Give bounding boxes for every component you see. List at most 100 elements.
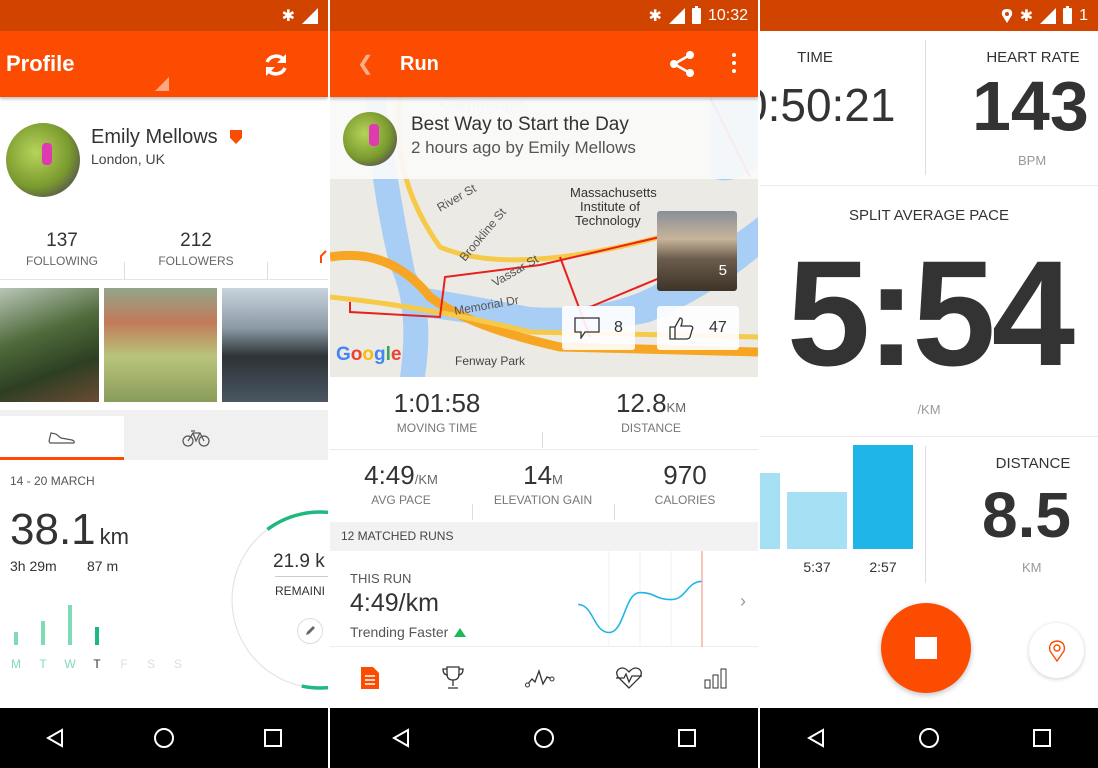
calories-value: 970: [663, 460, 707, 490]
back-nav-icon[interactable]: [805, 727, 827, 749]
profile-screen: ✱ Profile Emily Mellows London, UK 137 F…: [0, 0, 328, 768]
trophy-icon[interactable]: [441, 665, 465, 691]
photo-thumbnail[interactable]: [104, 288, 217, 402]
status-bar: ✱ 1: [760, 0, 1098, 31]
matched-runs-header: 12 MATCHED RUNS: [330, 522, 758, 551]
map-label: Institute of: [580, 199, 640, 214]
time-stat: TIME: [760, 49, 880, 66]
bluetooth-icon: ✱: [281, 7, 295, 25]
photo-thumbnail[interactable]: [222, 288, 328, 402]
recents-nav-icon[interactable]: [262, 727, 284, 749]
kudos-count: 47: [709, 319, 727, 336]
back-button[interactable]: ❮: [357, 51, 374, 76]
recents-nav-icon[interactable]: [1031, 727, 1053, 749]
map-label: Massachusetts: [570, 185, 657, 200]
followers-stat[interactable]: 212 FOLLOWERS: [134, 230, 258, 268]
activity-photo[interactable]: 5: [657, 211, 737, 291]
week-range: 14 - 20 MARCH: [10, 474, 95, 488]
heart-rate-value: 143: [972, 67, 1089, 145]
signal-icon: [1040, 7, 1057, 24]
divider: [760, 185, 1098, 186]
comments-button[interactable]: 8: [562, 306, 635, 350]
weekly-distance: 38.1 km: [10, 505, 129, 555]
stop-icon: [915, 637, 937, 659]
pace-value: 5:54: [786, 229, 1075, 397]
premium-shield-icon: [230, 130, 242, 144]
signal-icon: [302, 7, 318, 24]
back-nav-icon[interactable]: [390, 727, 412, 749]
avatar[interactable]: [343, 112, 397, 166]
split-bar: [853, 445, 913, 549]
trend-label: Trending Faster: [350, 624, 467, 640]
map-label: Fenway Park: [455, 354, 526, 368]
system-nav-bar: [330, 708, 758, 768]
chevron-right-icon[interactable]: ›: [740, 591, 746, 612]
splits-icon[interactable]: [704, 667, 728, 689]
location-icon: [1001, 8, 1012, 23]
day-bar: [68, 605, 72, 645]
location-button[interactable]: [1029, 623, 1084, 678]
edit-goal-button[interactable]: [297, 618, 323, 644]
divider: [760, 436, 1098, 437]
trend-sparkline: [578, 551, 703, 647]
split-label: 5: [760, 559, 786, 575]
activity-title: Best Way to Start the Day: [411, 114, 629, 135]
remaining-value: 21.9 k: [273, 551, 325, 572]
ring-progress: [230, 510, 328, 690]
pace-unit: /KM: [917, 402, 941, 417]
ring-track: [231, 511, 328, 689]
heart-rate-label: HEART RATE: [986, 49, 1080, 66]
photo-thumbnail[interactable]: [0, 288, 99, 402]
recents-nav-icon[interactable]: [676, 727, 698, 749]
more-options-icon[interactable]: [732, 53, 736, 77]
time-label: TIME: [797, 49, 833, 66]
divider: [925, 446, 926, 583]
day-bar: [41, 621, 45, 645]
home-nav-icon[interactable]: [153, 727, 175, 749]
activity-header[interactable]: Best Way to Start the Day 2 hours ago by…: [330, 97, 758, 179]
heart-rate-stat: HEART RATE: [968, 49, 1098, 66]
analysis-icon[interactable]: [524, 667, 555, 689]
home-nav-icon[interactable]: [918, 727, 940, 749]
kudos-button[interactable]: 47: [657, 306, 739, 350]
distance-unit: KM: [666, 400, 687, 415]
athlete-location: London, UK: [91, 151, 165, 167]
tab-run[interactable]: [0, 416, 124, 460]
activity-tab-bar: [330, 648, 758, 708]
shoe-icon: [48, 431, 75, 444]
weekly-distance-value: 38.1: [10, 505, 96, 554]
run-detail-screen: ✱ 10:32 ❮ Run Massachusetts Institute of…: [330, 0, 758, 768]
back-nav-icon[interactable]: [44, 727, 66, 749]
distance-value: 8.5: [982, 479, 1071, 551]
overview-icon[interactable]: [360, 666, 380, 690]
clock: 10:32: [707, 6, 748, 24]
weekly-distance-unit: km: [99, 524, 129, 549]
share-icon[interactable]: [668, 50, 696, 78]
elapsed-time: 0:50:21: [760, 79, 896, 131]
status-bar: ✱ 10:32: [330, 0, 758, 31]
elevation-stat: 14M ELEVATION GAIN: [472, 460, 614, 507]
pace-label: SPLIT AVERAGE PACE: [848, 207, 1010, 224]
distance-label: DISTANCE: [621, 421, 681, 435]
matched-run-row[interactable]: THIS RUN 4:49/km Trending Faster ›: [330, 551, 758, 647]
weekly-elevation: 87 m: [87, 558, 119, 574]
day-label: M: [11, 657, 21, 671]
this-run-pace: 4:49/km: [350, 589, 439, 617]
route-map[interactable]: Massachusetts Institute of Technology Ri…: [330, 97, 758, 377]
refresh-icon[interactable]: [262, 51, 290, 79]
battery-icon: [1063, 5, 1073, 24]
following-stat[interactable]: 137 FOLLOWING: [0, 230, 124, 268]
trend-text: Trending Faster: [350, 624, 449, 640]
split-label: 5:37: [803, 559, 831, 575]
heart-rate-icon[interactable]: [615, 666, 643, 690]
pencil-icon: [306, 626, 315, 635]
avatar[interactable]: [6, 123, 80, 197]
home-nav-icon[interactable]: [533, 727, 555, 749]
divider: [0, 279, 328, 280]
status-bar: ✱: [0, 0, 328, 31]
dropdown-indicator-icon[interactable]: [155, 77, 169, 91]
tab-ride[interactable]: [134, 416, 258, 460]
stop-recording-button[interactable]: [881, 603, 971, 693]
day-bar: [95, 626, 99, 645]
battery-icon: [691, 5, 701, 24]
